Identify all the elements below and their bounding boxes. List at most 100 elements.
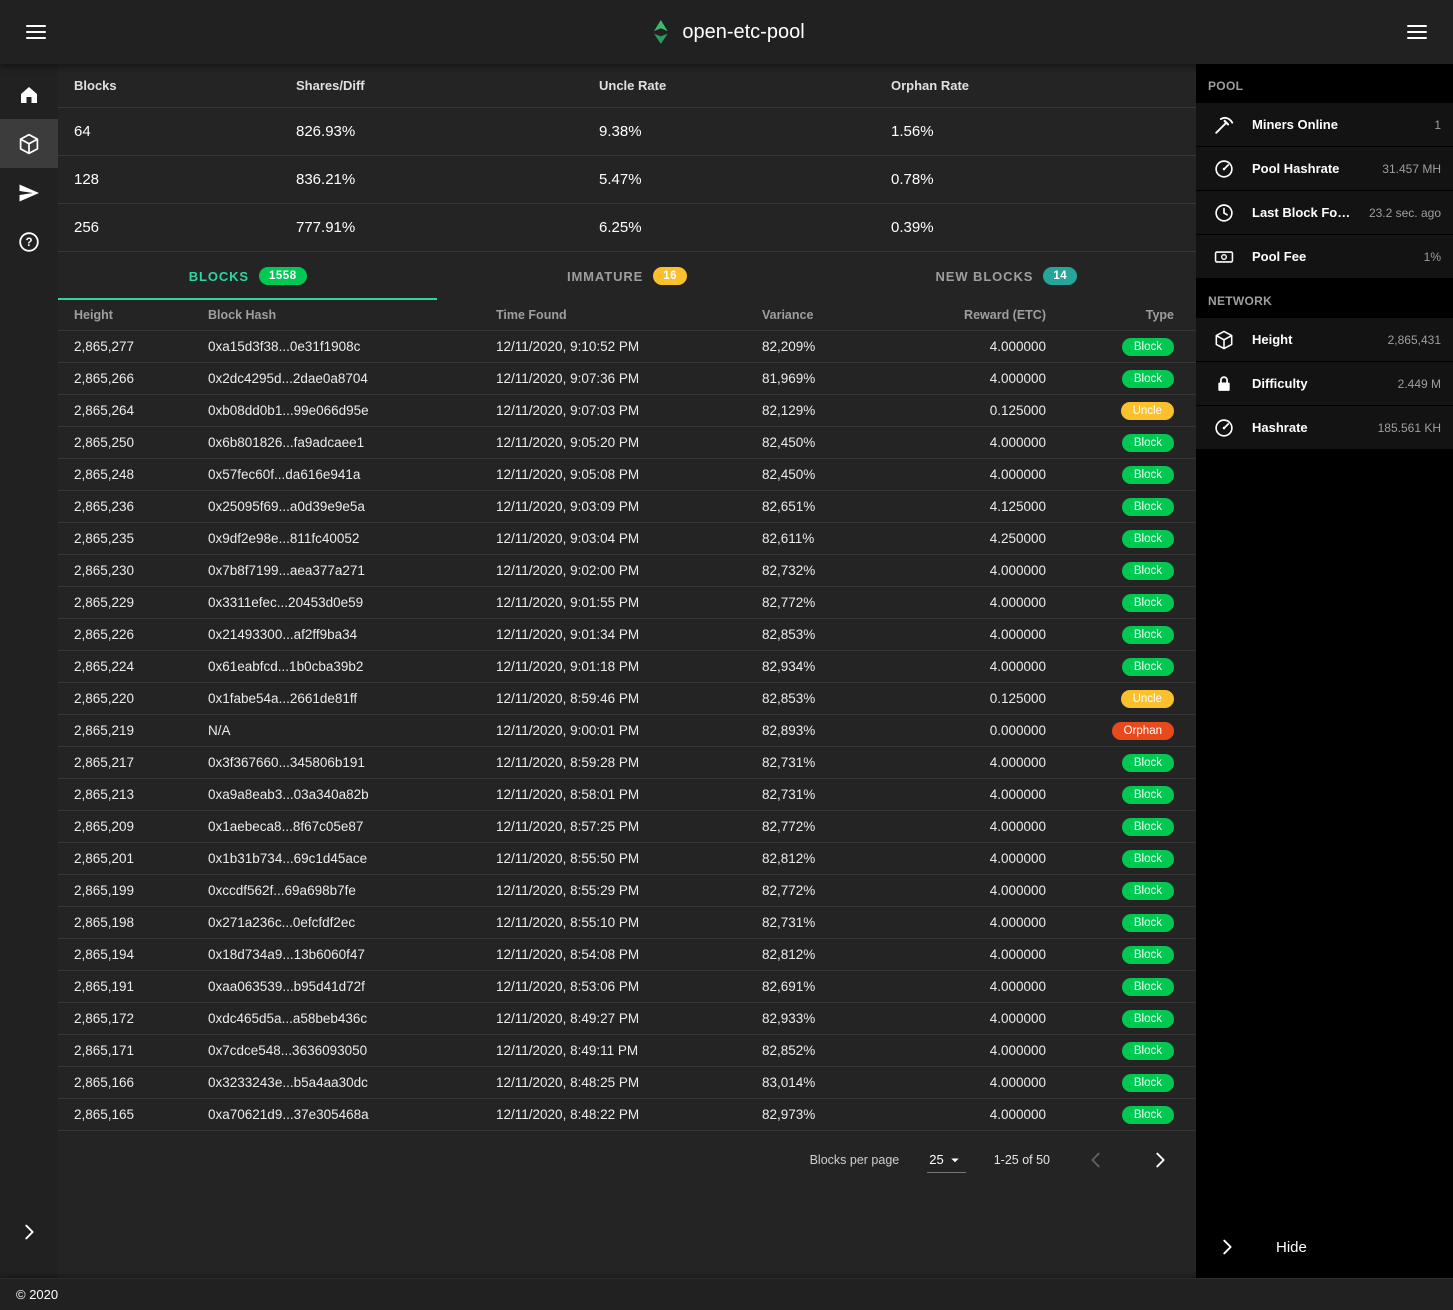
blocks-cell-height: 2,865,217	[74, 755, 208, 770]
chevron-left-icon	[1085, 1149, 1107, 1171]
rail-expand-button[interactable]	[0, 1207, 58, 1256]
blocks-cell-time: 12/11/2020, 9:03:09 PM	[496, 499, 762, 514]
blocks-cell-height: 2,865,166	[74, 1075, 208, 1090]
type-badge: Block	[1122, 658, 1174, 676]
blocks-header-cell: Variance	[762, 308, 882, 322]
blocks-cell-type: Block	[1054, 434, 1180, 452]
blocks-cell-type: Block	[1054, 1042, 1180, 1060]
blocks-cell-type: Block	[1054, 626, 1180, 644]
table-row: 2,865,2240x61eabfcd...1b0cba39b212/11/20…	[58, 651, 1196, 683]
rail-item-help[interactable]: ?	[0, 217, 58, 266]
tab-blocks[interactable]: BLOCKS1558	[58, 252, 437, 300]
blocks-cell-time: 12/11/2020, 9:10:52 PM	[496, 339, 762, 354]
blocks-cell-time: 12/11/2020, 8:55:29 PM	[496, 883, 762, 898]
rail-item-payments[interactable]	[0, 168, 58, 217]
menu-button-left[interactable]	[14, 10, 58, 54]
blocks-cell-type: Block	[1054, 530, 1180, 548]
stats-cell: 1.56%	[891, 123, 1180, 140]
page-title: open-etc-pool	[682, 21, 804, 44]
panel-item-value: 2.449 M	[1392, 377, 1453, 391]
topbar: open-etc-pool	[0, 0, 1453, 64]
blocks-cell-height: 2,865,264	[74, 403, 208, 418]
help-icon: ?	[17, 230, 41, 254]
pagination: Blocks per page 25 1-25 of 50	[58, 1131, 1196, 1189]
blocks-cell-hash: 0xaa063539...b95d41d72f	[208, 979, 496, 994]
footer: © 2020	[0, 1278, 1453, 1310]
blocks-cell-reward: 4.000000	[882, 947, 1054, 962]
blocks-cell-reward: 4.000000	[882, 819, 1054, 834]
panel-item-value: 2,865,431	[1382, 333, 1453, 347]
main-content: BlocksShares/DiffUncle RateOrphan Rate 6…	[58, 64, 1196, 1278]
caret-down-icon	[946, 1151, 964, 1169]
app-title-group: open-etc-pool	[648, 19, 804, 45]
type-badge: Block	[1122, 754, 1174, 772]
blocks-cell-hash: 0x9df2e98e...811fc40052	[208, 531, 496, 546]
per-page-value: 25	[929, 1152, 943, 1167]
blocks-header-cell: Reward (ETC)	[882, 308, 1054, 322]
rail-item-home[interactable]	[0, 70, 58, 119]
speedometer-icon	[1196, 417, 1252, 439]
panel-item-label: Pool Fee	[1252, 249, 1418, 264]
blocks-cell-time: 12/11/2020, 8:53:06 PM	[496, 979, 762, 994]
blocks-cell-hash: 0x25095f69...a0d39e9e5a	[208, 499, 496, 514]
panel-item-value: 23.2 sec. ago	[1363, 206, 1453, 220]
hamburger-icon	[24, 20, 48, 44]
type-badge: Block	[1122, 370, 1174, 388]
type-badge: Block	[1122, 1074, 1174, 1092]
blocks-cell-time: 12/11/2020, 9:02:00 PM	[496, 563, 762, 578]
panel-item: Miners Online1	[1196, 103, 1453, 147]
prev-page-button[interactable]	[1078, 1142, 1114, 1178]
tab-count-badge: 16	[653, 267, 687, 285]
per-page-select[interactable]: 25	[927, 1148, 965, 1173]
copyright-text: © 2020	[16, 1287, 58, 1302]
blocks-cell-type: Block	[1054, 1074, 1180, 1092]
type-badge: Block	[1122, 594, 1174, 612]
stats-table-header: BlocksShares/DiffUncle RateOrphan Rate	[58, 64, 1196, 108]
blocks-cell-var: 81,969%	[762, 371, 882, 386]
type-badge: Block	[1122, 946, 1174, 964]
blocks-cell-time: 12/11/2020, 8:57:25 PM	[496, 819, 762, 834]
type-badge: Orphan	[1112, 722, 1174, 740]
blocks-cell-height: 2,865,194	[74, 947, 208, 962]
stats-cell: 826.93%	[296, 123, 599, 140]
blocks-cell-reward: 4.000000	[882, 1075, 1054, 1090]
tab-new-blocks[interactable]: NEW BLOCKS14	[817, 252, 1196, 300]
blocks-cell-reward: 4.000000	[882, 851, 1054, 866]
blocks-cell-hash: 0xdc465d5a...a58beb436c	[208, 1011, 496, 1026]
blocks-cell-height: 2,865,224	[74, 659, 208, 674]
menu-button-right[interactable]	[1395, 10, 1439, 54]
panel-item: Height2,865,431	[1196, 318, 1453, 362]
type-badge: Block	[1122, 786, 1174, 804]
stats-cell: 5.47%	[599, 171, 891, 188]
blocks-cell-var: 82,933%	[762, 1011, 882, 1026]
blocks-cell-time: 12/11/2020, 8:49:11 PM	[496, 1043, 762, 1058]
blocks-cell-type: Block	[1054, 850, 1180, 868]
stats-cell: 0.39%	[891, 219, 1180, 236]
table-row: 2,865,2770xa15d3f38...0e31f1908c12/11/20…	[58, 331, 1196, 363]
blocks-header-cell: Type	[1054, 308, 1180, 322]
panel-item: Pool Hashrate31.457 MH	[1196, 147, 1453, 191]
blocks-cell-type: Block	[1054, 914, 1180, 932]
tab-count-badge: 1558	[259, 267, 307, 285]
tab-immature[interactable]: IMMATURE16	[437, 252, 816, 300]
table-row: 2,865,2480x57fec60f...da616e941a12/11/20…	[58, 459, 1196, 491]
next-page-button[interactable]	[1142, 1142, 1178, 1178]
blocks-cell-hash: 0x271a236c...0efcfdf2ec	[208, 915, 496, 930]
blocks-cell-height: 2,865,248	[74, 467, 208, 482]
type-badge: Block	[1122, 1042, 1174, 1060]
blocks-cell-hash: 0x1fabe54a...2661de81ff	[208, 691, 496, 706]
panel-item-label: Last Block Fo…	[1252, 205, 1363, 220]
tab-label: NEW BLOCKS	[936, 269, 1034, 284]
stats-cell: 9.38%	[599, 123, 891, 140]
hide-panel-button[interactable]: Hide	[1196, 1216, 1453, 1278]
panel-item-label: Pool Hashrate	[1252, 161, 1376, 176]
blocks-cell-type: Block	[1054, 1010, 1180, 1028]
blocks-cell-var: 82,853%	[762, 691, 882, 706]
blocks-cell-time: 12/11/2020, 8:48:22 PM	[496, 1107, 762, 1122]
panel-item: Hashrate185.561 KH	[1196, 406, 1453, 450]
blocks-cell-hash: 0x61eabfcd...1b0cba39b2	[208, 659, 496, 674]
rail-item-blocks[interactable]	[0, 119, 58, 168]
type-badge: Block	[1122, 626, 1174, 644]
blocks-cell-var: 82,691%	[762, 979, 882, 994]
blocks-cell-type: Block	[1054, 786, 1180, 804]
